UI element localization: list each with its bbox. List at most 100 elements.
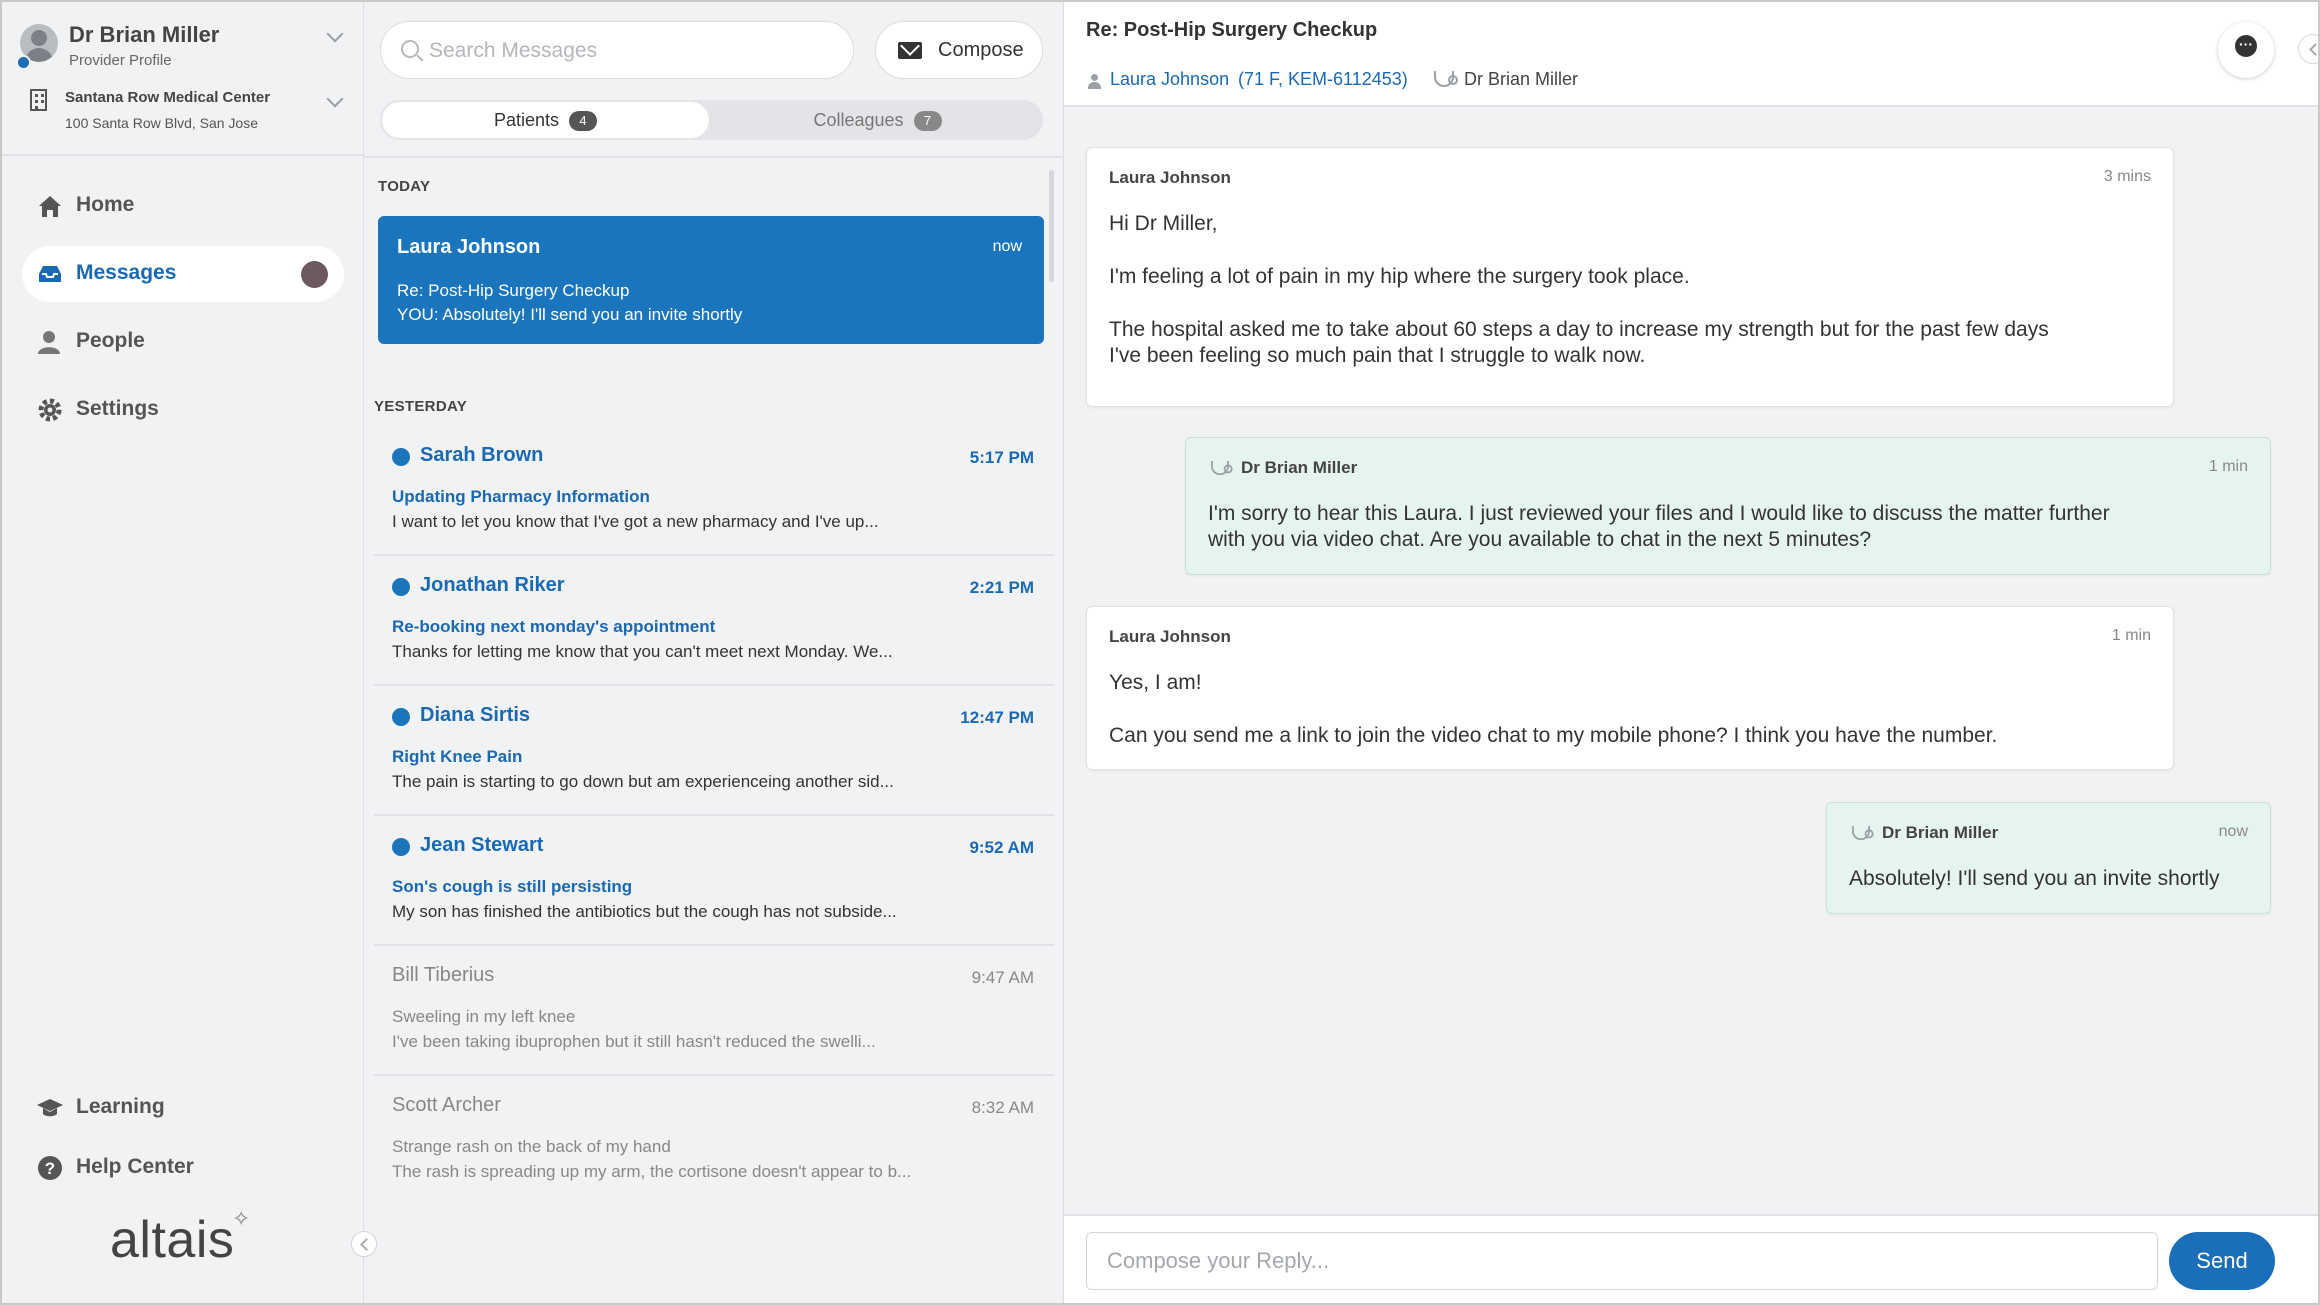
conversation-preview: The pain is starting to go down but am e… <box>392 772 894 791</box>
conversation-preview: My son has finished the antibiotics but … <box>392 902 897 921</box>
tab-label: Colleagues <box>813 110 904 130</box>
message-bubble-outgoing: Dr Brian Miller 1 min I'm sorry to hear … <box>1185 437 2271 575</box>
conversation-item[interactable]: Bill Tiberius 9:47 AM Sweeling in my lef… <box>374 948 1054 1076</box>
nav-label: Help Center <box>76 1155 194 1178</box>
conversation-subject: Updating Pharmacy Information <box>392 487 650 506</box>
nav-messages[interactable]: Messages <box>22 246 344 302</box>
message-text: Absolutely! I'll send you an invite shor… <box>1849 867 2220 890</box>
graduation-cap-icon <box>37 1099 63 1117</box>
patient-meta: (71 F, KEM-6112453) <box>1238 69 1408 89</box>
message-bubble-incoming: Laura Johnson 3 mins Hi Dr Miller, I'm f… <box>1086 147 2174 407</box>
tab-patients[interactable]: Patients 4 <box>382 102 709 138</box>
message-sender: Dr Brian Miller <box>1241 458 1358 477</box>
conversation-item[interactable]: Jean Stewart 9:52 AM Son's cough is stil… <box>374 818 1054 946</box>
provider-name: Dr Brian Miller <box>69 22 220 47</box>
building-icon <box>30 89 47 111</box>
conversation-time: now <box>992 238 1022 255</box>
conversation-subject: Son's cough is still persisting <box>392 877 633 896</box>
nav-home[interactable]: Home <box>22 178 344 234</box>
conversation-time: 2:21 PM <box>969 578 1034 597</box>
conversation-preview: I've been taking ibuprophen but it still… <box>392 1032 876 1051</box>
message-text: I'm sorry to hear this Laura. I just rev… <box>1208 502 2110 525</box>
doctor-name: Dr Brian Miller <box>1464 69 1579 89</box>
conversation-time: 8:32 AM <box>971 1098 1034 1117</box>
sparkle-icon: ✧ <box>232 1206 251 1231</box>
conversation-list[interactable]: TODAY Laura Johnson now Re: Post-Hip Sur… <box>364 156 1064 1303</box>
nav-people[interactable]: People <box>22 314 344 370</box>
conversation-item[interactable]: Scott Archer 8:32 AM Strange rash on the… <box>374 1078 1054 1206</box>
online-status-dot <box>16 55 31 70</box>
unread-dot <box>392 708 410 726</box>
unread-dot <box>392 838 410 856</box>
altais-logo: altais <box>110 1211 235 1269</box>
message-text: I've been feeling so much pain that I st… <box>1109 344 1646 367</box>
conversation-item[interactable]: Sarah Brown 5:17 PM Updating Pharmacy In… <box>374 428 1054 556</box>
nav-learning[interactable]: Learning <box>22 1080 344 1136</box>
panel-collapse-button[interactable] <box>2298 34 2318 64</box>
message-time: 3 mins <box>2103 168 2151 185</box>
reply-bar: Send <box>1064 1214 2318 1303</box>
person-icon <box>1088 74 1101 89</box>
conversation-preview: Thanks for letting me know that you can'… <box>392 642 893 661</box>
message-bubble-outgoing: Dr Brian Miller now Absolutely! I'll sen… <box>1826 802 2271 914</box>
conversation-time: 5:17 PM <box>969 448 1034 467</box>
conversation-subject: Re: Post-Hip Surgery Checkup <box>397 281 630 300</box>
message-time: 1 min <box>2208 458 2248 475</box>
reply-input[interactable] <box>1086 1232 2158 1290</box>
conversation-item[interactable]: Diana Sirtis 12:47 PM Right Knee Pain Th… <box>374 688 1054 816</box>
tab-colleagues[interactable]: Colleagues 7 <box>714 102 1041 138</box>
message-sender: Dr Brian Miller <box>1882 823 1999 842</box>
search-icon <box>401 40 419 58</box>
conversation-name: Bill Tiberius <box>392 964 495 986</box>
envelope-icon <box>898 42 922 59</box>
gear-icon <box>38 398 62 422</box>
nav-label: Messages <box>76 261 177 284</box>
conversation-preview: I want to let you know that I've got a n… <box>392 512 879 531</box>
search-box[interactable] <box>380 21 854 79</box>
conversation-item[interactable]: Jonathan Riker 2:21 PM Re-booking next m… <box>374 558 1054 686</box>
conversation-subject: Sweeling in my left knee <box>392 1007 576 1026</box>
send-button[interactable]: Send <box>2169 1232 2275 1290</box>
nav-label: People <box>76 329 145 352</box>
message-text: I'm feeling a lot of pain in my hip wher… <box>1109 265 1690 288</box>
section-header-today: TODAY <box>378 178 431 195</box>
patient-name-link[interactable]: Laura Johnson <box>1110 69 1229 90</box>
provider-profile[interactable]: Dr Brian Miller Provider Profile Santana… <box>2 2 364 156</box>
more-options-button[interactable] <box>2218 22 2274 78</box>
conversation-name: Jonathan Riker <box>420 574 565 596</box>
inbox-icon <box>39 266 61 282</box>
clinic-name: Santana Row Medical Center <box>65 89 271 106</box>
message-text: Can you send me a link to join the video… <box>1109 724 1998 747</box>
message-text: Hi Dr Miller, <box>1109 212 1218 235</box>
nav-help-center[interactable]: ? Help Center <box>22 1140 344 1196</box>
sidebar-collapse-button[interactable] <box>351 1231 377 1257</box>
section-header-yesterday: YESTERDAY <box>374 398 468 415</box>
message-text: The hospital asked me to take about 60 s… <box>1109 318 2049 341</box>
conversation-title: Re: Post-Hip Surgery Checkup <box>1086 19 1378 41</box>
conversation-subject: Re-booking next monday's appointment <box>392 617 716 636</box>
conversation-header: Re: Post-Hip Surgery Checkup Laura Johns… <box>1064 2 2318 107</box>
conversation-subject: Strange rash on the back of my hand <box>392 1137 671 1156</box>
conversation-preview: YOU: Absolutely! I'll send you an invite… <box>397 305 743 324</box>
unread-dot <box>392 578 410 596</box>
chevron-down-icon[interactable] <box>326 90 344 108</box>
message-time: now <box>2218 823 2248 840</box>
unread-indicator <box>301 261 328 288</box>
nav-settings[interactable]: Settings <box>22 382 344 438</box>
nav-label: Learning <box>76 1095 165 1118</box>
conversation-item-selected[interactable]: Laura Johnson now Re: Post-Hip Surgery C… <box>378 216 1044 344</box>
stethoscope-icon <box>1211 460 1233 476</box>
count-badge: 4 <box>569 111 598 131</box>
chevron-down-icon[interactable] <box>326 25 344 43</box>
compose-button[interactable]: Compose <box>875 21 1043 79</box>
conversation-name: Sarah Brown <box>420 444 544 466</box>
sidebar: Dr Brian Miller Provider Profile Santana… <box>2 2 364 1303</box>
conversation-name: Laura Johnson <box>397 236 541 258</box>
scrollbar[interactable] <box>1049 170 1054 282</box>
stethoscope-icon <box>1434 71 1458 87</box>
provider-subtitle: Provider Profile <box>69 52 172 69</box>
search-input[interactable] <box>429 34 829 68</box>
people-icon <box>38 331 60 354</box>
clinic-address: 100 Santa Row Blvd, San Jose <box>65 115 259 131</box>
conversation-pane: Re: Post-Hip Surgery Checkup Laura Johns… <box>1064 2 2318 1303</box>
